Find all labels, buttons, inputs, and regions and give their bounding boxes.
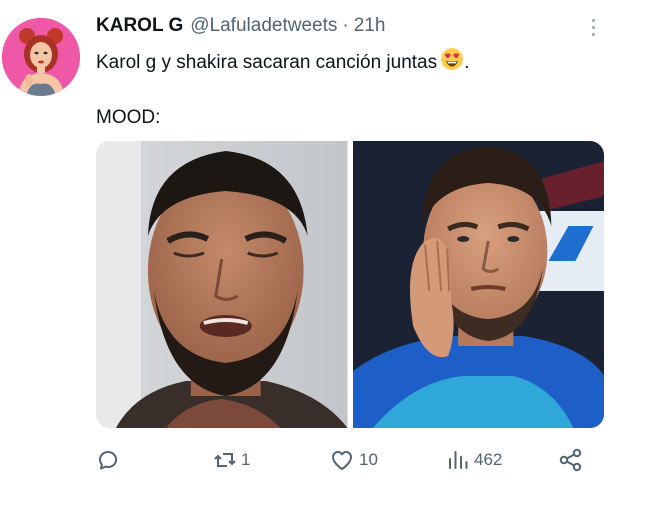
media-image-left[interactable]	[96, 141, 348, 428]
like-button[interactable]: 10	[329, 446, 378, 474]
reply-button[interactable]	[96, 446, 124, 474]
tweet-text-period: .	[464, 51, 470, 73]
heart-icon	[332, 451, 352, 470]
media-grid	[96, 141, 604, 428]
man-crying-face-photo	[96, 141, 348, 428]
tweet-text-line-1: Karol g y shakira sacaran canción juntas…	[96, 47, 469, 78]
retweet-button[interactable]: 1	[213, 446, 250, 474]
tweet-text: Karol g y shakira sacaran canción juntas	[96, 51, 438, 73]
avatar-illustration	[2, 18, 80, 96]
retweet-icon	[214, 453, 236, 467]
views-count: 462	[474, 450, 503, 469]
man-hand-on-cheek-photo	[352, 141, 604, 428]
media-image-right[interactable]	[352, 141, 604, 428]
tweet-action-bar: 1 10 462	[96, 446, 604, 474]
retweet-count: 1	[241, 450, 251, 469]
author-name[interactable]: KAROL G	[96, 15, 183, 37]
views-chart-icon	[449, 451, 468, 469]
tweet-header: KAROL G @Lafuladetweets · 21h	[96, 15, 385, 41]
tweet-card: KAROL G @Lafuladetweets · 21h Karol g y …	[0, 0, 653, 512]
author-avatar[interactable]	[2, 18, 80, 96]
author-handle[interactable]: @Lafuladetweets	[190, 15, 337, 37]
like-count: 10	[359, 450, 378, 469]
share-button[interactable]	[558, 446, 584, 474]
reply-icon	[99, 451, 118, 470]
tweet-text-line-2: MOOD:	[96, 107, 161, 128]
more-options-icon[interactable]	[582, 14, 604, 40]
share-icon	[559, 448, 582, 472]
tweet-timestamp[interactable]: 21h	[354, 15, 386, 37]
views-button[interactable]: 462	[446, 446, 502, 474]
header-separator: ·	[342, 15, 349, 36]
heart-eyes-emoji-icon	[440, 47, 464, 78]
